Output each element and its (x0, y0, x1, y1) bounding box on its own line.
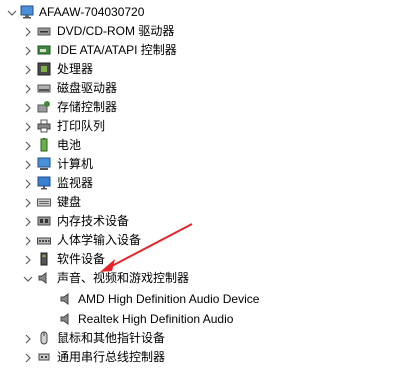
tree-item-monitors[interactable]: 监视器 (0, 174, 400, 193)
hid-icon (37, 233, 51, 247)
memory-device-icon (37, 214, 51, 228)
tree-item-label: IDE ATA/ATAPI 控制器 (57, 43, 177, 57)
keyboard-icon (37, 195, 51, 209)
computer-icon (20, 5, 34, 19)
tree-item-software-devices[interactable]: 软件设备 (0, 250, 400, 269)
tree-item-hid[interactable]: 人体学输入设备 (0, 231, 400, 250)
tree-item-label: 磁盘驱动器 (57, 81, 118, 95)
chevron-right-icon[interactable] (22, 117, 34, 136)
tree-item-sound-video-game[interactable]: 声音、视频和游戏控制器 (0, 269, 400, 288)
tree-item-print-queues[interactable]: 打印队列 (0, 117, 400, 136)
chevron-right-icon[interactable] (22, 348, 34, 367)
chevron-right-icon[interactable] (22, 155, 34, 174)
tree-root-label: AFAAW-704030720 (39, 5, 145, 19)
ide-controller-icon (37, 43, 51, 57)
tree-item-memory-tech[interactable]: 内存技术设备 (0, 212, 400, 231)
tree-item-label: 打印队列 (57, 119, 106, 133)
chevron-right-icon[interactable] (22, 60, 34, 79)
tree-item-mice[interactable]: 鼠标和其他指针设备 (0, 329, 400, 348)
tree-item-label: DVD/CD-ROM 驱动器 (57, 24, 175, 38)
tree-item-realtek-hd-audio[interactable]: Realtek High Definition Audio (0, 310, 400, 329)
printer-icon (37, 119, 51, 133)
speaker-icon (37, 271, 51, 285)
disk-drive-icon (37, 81, 51, 95)
tree-item-label: 监视器 (57, 176, 94, 190)
tree-item-label: 存储控制器 (57, 100, 118, 114)
speaker-icon (59, 292, 73, 306)
tree-item-computer[interactable]: 计算机 (0, 155, 400, 174)
tree-root[interactable]: AFAAW-704030720 (0, 3, 400, 22)
battery-icon (37, 138, 51, 152)
tree-item-label: 处理器 (57, 62, 94, 76)
tree-item-label: 人体学输入设备 (57, 233, 142, 247)
tree-item-label: 鼠标和其他指针设备 (57, 331, 166, 345)
device-manager-tree: AFAAW-704030720 DVD/CD-ROM 驱动器 IDE ATA/A… (0, 0, 400, 370)
monitor-icon (37, 176, 51, 190)
tree-item-label: Realtek High Definition Audio (78, 312, 234, 326)
chevron-right-icon[interactable] (22, 212, 34, 231)
chevron-right-icon[interactable] (22, 250, 34, 269)
tree-item-disk-drives[interactable]: 磁盘驱动器 (0, 79, 400, 98)
dvd-drive-icon (37, 24, 51, 38)
computer-icon (37, 157, 51, 171)
tree-item-label: 声音、视频和游戏控制器 (57, 271, 190, 285)
tree-item-label: 软件设备 (57, 252, 106, 266)
software-device-icon (37, 252, 51, 266)
mouse-icon (37, 331, 51, 345)
tree-item-label: AMD High Definition Audio Device (78, 292, 260, 306)
processor-icon (37, 62, 51, 76)
chevron-right-icon[interactable] (22, 193, 34, 212)
chevron-right-icon[interactable] (22, 231, 34, 250)
chevron-right-icon[interactable] (22, 41, 34, 60)
chevron-right-icon[interactable] (22, 79, 34, 98)
chevron-right-icon[interactable] (22, 329, 34, 348)
tree-item-label: 内存技术设备 (57, 214, 130, 228)
chevron-right-icon[interactable] (22, 22, 34, 41)
tree-item-processor[interactable]: 处理器 (0, 60, 400, 79)
storage-controller-icon (37, 100, 51, 114)
chevron-down-icon[interactable] (22, 269, 34, 288)
tree-item-dvd-cdrom[interactable]: DVD/CD-ROM 驱动器 (0, 22, 400, 41)
tree-item-storage-controllers[interactable]: 存储控制器 (0, 98, 400, 117)
tree-item-label: 键盘 (57, 195, 82, 209)
chevron-right-icon[interactable] (22, 136, 34, 155)
tree-item-amd-hd-audio[interactable]: AMD High Definition Audio Device (0, 290, 400, 309)
chevron-right-icon[interactable] (22, 98, 34, 117)
tree-item-ide-ata[interactable]: IDE ATA/ATAPI 控制器 (0, 41, 400, 60)
usb-icon (37, 350, 51, 364)
tree-item-label: 电池 (57, 138, 82, 152)
speaker-icon (59, 312, 73, 326)
chevron-down-icon[interactable] (6, 3, 18, 22)
tree-item-label: 通用串行总线控制器 (57, 350, 166, 364)
tree-item-batteries[interactable]: 电池 (0, 136, 400, 155)
tree-item-keyboards[interactable]: 键盘 (0, 193, 400, 212)
chevron-right-icon[interactable] (22, 174, 34, 193)
tree-item-usb-controllers[interactable]: 通用串行总线控制器 (0, 348, 400, 367)
tree-item-label: 计算机 (57, 157, 94, 171)
